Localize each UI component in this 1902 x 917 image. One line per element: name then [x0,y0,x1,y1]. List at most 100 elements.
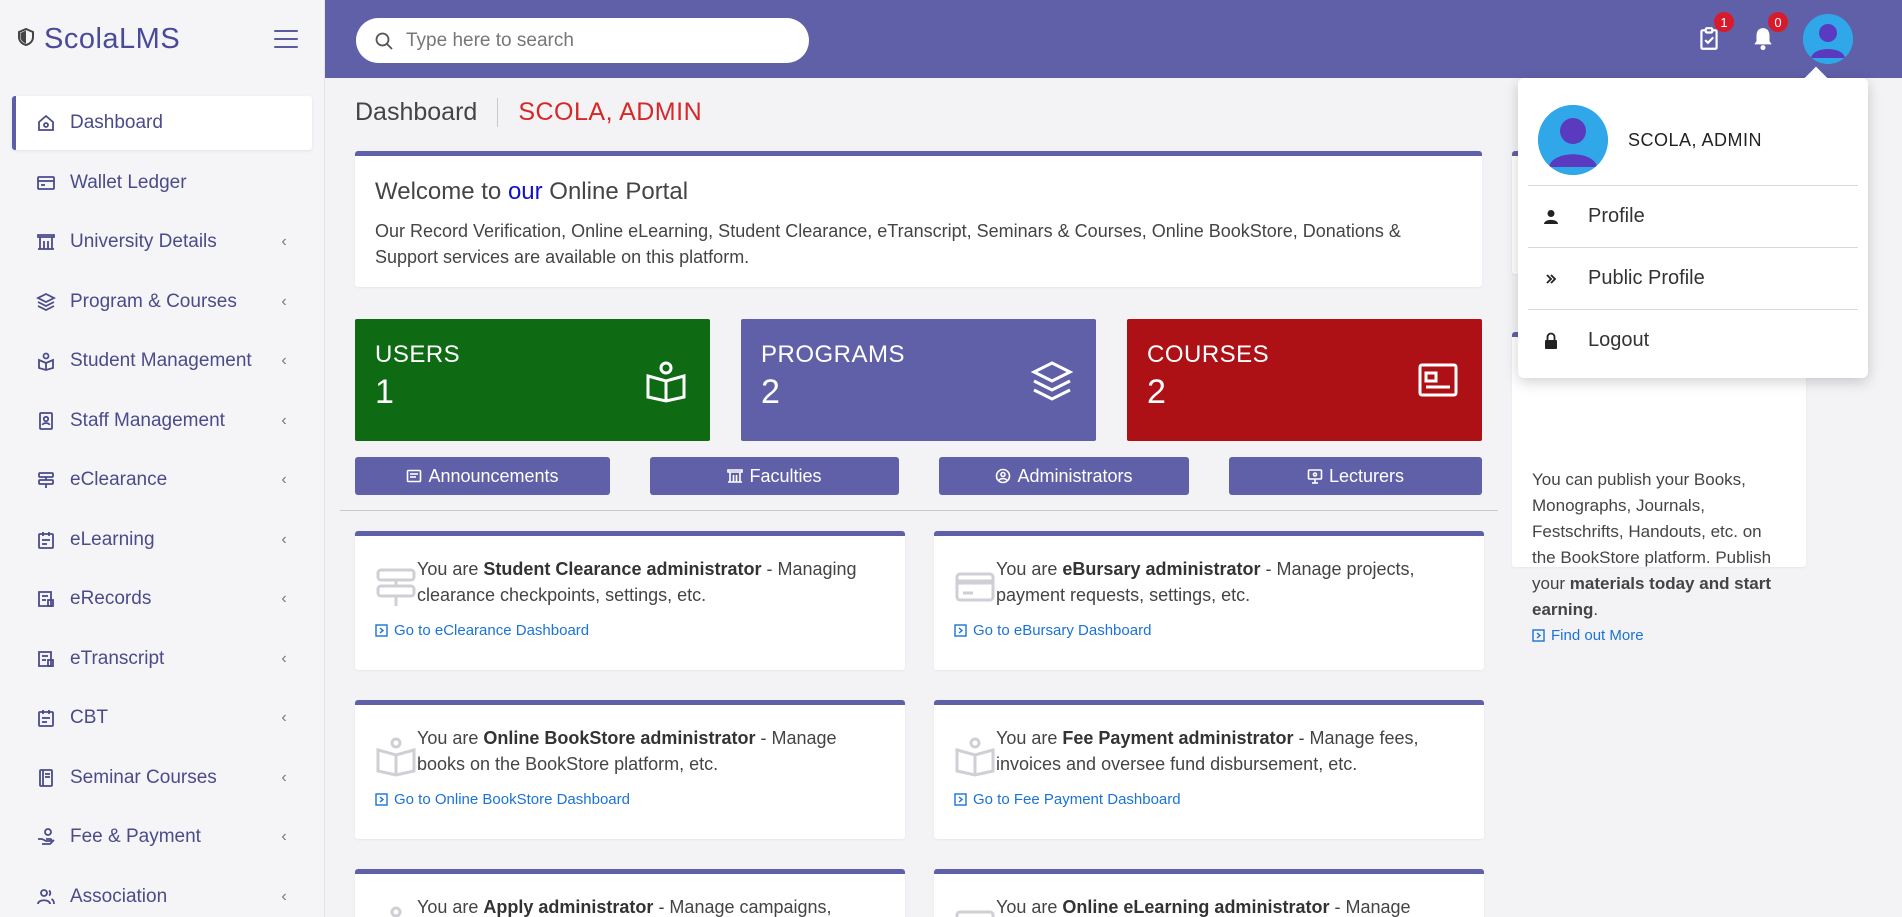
top-bar: 1 0 [325,0,1902,78]
sidebar-item-label: University Details [70,231,217,252]
welcome-title-suffix: Online Portal [542,178,689,205]
chevron-left-icon: ‹ [281,471,287,488]
sidebar-item-cbt[interactable]: CBT ‹ [12,691,312,745]
sidebar-item-seminar-courses[interactable]: Seminar Courses ‹ [12,751,312,805]
signpost-icon [36,470,56,490]
lock-icon [1542,332,1560,350]
sidebar-item-label: Program & Courses [70,290,237,312]
sidebar-item-label: CBT [70,707,108,728]
role-desc: - Manage campaigns, [653,897,832,917]
signpost-icon [376,568,416,606]
sidebar-item-erecords[interactable]: eRecords ‹ [12,572,312,626]
role-prefix: You are [417,897,484,917]
public-profile-menu-item[interactable]: Public Profile [1518,248,1868,309]
stat-label: PROGRAMS [761,341,906,368]
sidebar-item-student-management[interactable]: Student Management ‹ [12,334,312,388]
button-label: Lecturers [1328,465,1405,486]
find-out-more-link[interactable]: Find out More [1532,627,1786,644]
sidebar-item-etranscript[interactable]: eTranscript ‹ [12,632,312,686]
welcome-title-prefix: Welcome to [375,178,508,205]
search-icon [374,31,394,51]
role-prefix: You are [996,728,1063,748]
sidebar-item-fee-payment[interactable]: Fee & Payment ‹ [12,810,312,864]
menu-item-label: Profile [1588,205,1645,227]
role-prefix: You are [417,559,484,579]
role-description: You are Fee Payment administrator - Mana… [996,725,1464,777]
chevron-left-icon: ‹ [281,352,287,369]
button-label: Faculties [749,465,822,486]
chevron-left-icon: ‹ [281,709,287,726]
role-card-ebursary: You are eBursary administrator - Manage … [934,531,1484,670]
sidebar-item-program-courses[interactable]: Program & Courses ‹ [12,275,312,329]
external-link-icon [954,793,967,806]
notifications-badge: 0 [1768,12,1788,32]
badge-icon [36,411,56,431]
search-box[interactable] [356,18,809,63]
sidebar-item-association[interactable]: Association ‹ [12,870,312,917]
chevron-left-icon: ‹ [281,411,287,429]
notifications-button[interactable]: 0 [1750,12,1788,54]
open-book-icon [646,361,686,403]
profile-menu-item[interactable]: Profile [1518,186,1868,247]
records-icon [36,589,56,609]
fee-payment-dashboard-link[interactable]: Go to Fee Payment Dashboard [954,791,1464,808]
link-label: Go to eClearance Dashboard [394,622,590,639]
programs-stat-card[interactable]: PROGRAMS 2 [741,319,1096,441]
lecturers-button[interactable]: Lecturers [1229,457,1482,495]
credit-card-icon [955,572,995,602]
open-book-icon [376,737,416,777]
welcome-title-highlight: our [507,178,543,205]
administrators-button[interactable]: Administrators [939,457,1189,495]
dropdown-user-name: SCOLA, ADMIN [1628,129,1763,150]
role-description: You are Student Clearance administrator … [417,556,885,608]
courses-stat-card[interactable]: COURSES 2 [1127,319,1482,441]
welcome-text: Our Record Verification, Online eLearnin… [375,221,1401,267]
user-avatar-button[interactable] [1803,14,1853,64]
role-prefix: You are [996,559,1063,579]
sidebar-item-label: Dashboard [70,112,163,133]
sidebar-nav: Dashboard Wallet Ledger University Detai… [0,96,324,917]
announcements-button[interactable]: Announcements [355,457,610,495]
role-prefix: You are [996,897,1063,917]
ebursary-dashboard-link[interactable]: Go to eBursary Dashboard [954,622,1464,639]
external-link-icon [375,624,388,637]
role-name: Online BookStore administrator [483,728,756,748]
role-name: eBursary administrator [1062,559,1261,579]
role-card-bookstore: You are Online BookStore administrator -… [355,700,905,839]
chevron-left-icon: ‹ [281,649,287,667]
eclearance-dashboard-link[interactable]: Go to eClearance Dashboard [375,622,885,639]
sidebar-item-staff-management[interactable]: Staff Management ‹ [12,394,312,448]
sidebar-item-elearning[interactable]: eLearning ‹ [12,513,312,567]
users-stat-card[interactable]: USERS 1 [355,319,710,441]
page-title: Dashboard [355,97,499,127]
person-icon [1542,209,1560,225]
bookstore-dashboard-link[interactable]: Go to Online BookStore Dashboard [375,791,885,808]
external-link-icon [954,624,967,637]
brand-bar: ScolaLMS [0,0,324,78]
avatar-icon [1803,14,1853,64]
button-label: Administrators [1017,465,1133,486]
logout-menu-item[interactable]: Logout [1518,310,1868,371]
menu-item-label: Logout [1588,329,1650,351]
sidebar-item-dashboard[interactable]: Dashboard [12,96,312,150]
menu-toggle-icon[interactable] [274,30,298,48]
button-label: Announcements [428,465,559,486]
external-link-icon [375,793,388,806]
home-icon [36,113,56,133]
welcome-card: Welcome to our Online Portal Our Record … [355,151,1482,287]
sidebar-item-label: Wallet Ledger [70,171,187,193]
tasks-button[interactable]: 1 [1696,12,1734,54]
chevron-left-icon: ‹ [281,828,287,845]
avatar [1538,105,1608,175]
sidebar-item-eclearance[interactable]: eClearance ‹ [12,453,312,507]
section-divider [340,510,1498,511]
student-icon [36,351,56,371]
stat-label: COURSES [1147,341,1270,368]
stat-label: USERS [375,341,461,368]
search-input[interactable] [406,29,791,52]
faculties-button[interactable]: Faculties [650,457,899,495]
role-card-apply: You are Apply administrator - Manage cam… [355,869,905,917]
sidebar-item-university-details[interactable]: University Details ‹ [12,215,312,269]
announcement-icon [407,469,422,483]
sidebar-item-wallet-ledger[interactable]: Wallet Ledger [12,156,312,210]
